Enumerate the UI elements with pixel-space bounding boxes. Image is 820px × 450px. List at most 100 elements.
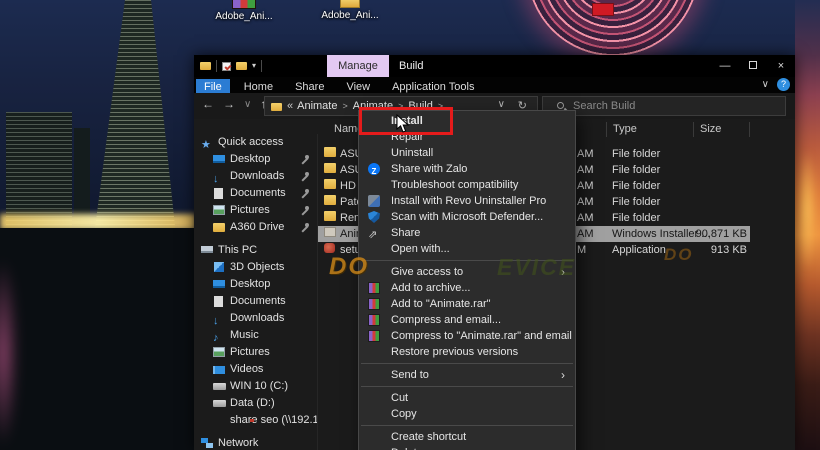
menu-item-share[interactable]: Share (359, 225, 575, 241)
menu-item-copy[interactable]: Copy (359, 406, 575, 422)
contextual-tab-manage[interactable]: Manage (327, 55, 389, 77)
desktop-icon[interactable]: Adobe_Ani... (318, 0, 382, 21)
mouse-cursor-icon (396, 114, 410, 133)
menu-item-uninstall[interactable]: Uninstall (359, 145, 575, 161)
menu-separator (361, 260, 573, 261)
file-name: HD (340, 180, 356, 192)
back-icon[interactable]: ← (202, 97, 214, 111)
menu-item-give-access-to[interactable]: Give access to › (359, 264, 575, 280)
sidebar-item-this-pc[interactable]: This PC (194, 242, 317, 259)
menu-item-compress-and-email[interactable]: Compress and email... (359, 312, 575, 328)
forward-icon[interactable]: → (223, 97, 235, 111)
breadcrumb-segment[interactable]: Animate (297, 100, 337, 112)
documents-icon (214, 188, 223, 199)
sidebar-item-desktop[interactable]: Desktop (194, 276, 317, 293)
submenu-arrow-icon: › (561, 265, 565, 279)
menu-item-label: Send to (391, 369, 429, 381)
folder-icon (324, 163, 336, 173)
sidebar-item-label: share seo (\\192.168 (230, 414, 317, 426)
share-icon (368, 227, 380, 239)
sidebar-item-label: Network (218, 437, 259, 449)
menu-item-delete[interactable]: Delete (359, 445, 575, 450)
menu-item-share-with-zalo[interactable]: Share with Zalo (359, 161, 575, 177)
search-box[interactable] (542, 96, 786, 116)
menu-item-open-with[interactable]: Open with... (359, 241, 575, 257)
folder-icon (271, 103, 282, 111)
menu-item-scan-with-microsoft-defender[interactable]: Scan with Microsoft Defender... (359, 209, 575, 225)
desktop-icon (213, 280, 225, 288)
recent-locations-icon[interactable]: ∨ (244, 97, 251, 111)
menu-item-add-to-animate-rar[interactable]: Add to "Animate.rar" (359, 296, 575, 312)
sidebar-item-music[interactable]: Music (194, 327, 317, 344)
menu-item-label: Create shortcut (391, 431, 467, 443)
sidebar-item-pictures[interactable]: Pictures (194, 202, 317, 219)
menu-item-label: Cut (391, 392, 409, 404)
sidebar-item-documents[interactable]: Documents (194, 185, 317, 202)
column-header-size[interactable]: Size (694, 122, 750, 137)
pink-glow (0, 258, 18, 448)
pin-icon (300, 155, 309, 165)
sidebar-item-3d-objects[interactable]: 3D Objects (194, 259, 317, 276)
qat-customize-caret-icon[interactable]: ▾ (252, 62, 256, 70)
close-button[interactable]: × (767, 55, 795, 77)
menu-item-label: Scan with Microsoft Defender... (391, 211, 544, 223)
pin-icon (300, 206, 309, 216)
pictures-icon (213, 347, 225, 357)
breadcrumb-separator-icon: > (342, 101, 348, 111)
sidebar-item-pictures[interactable]: Pictures (194, 344, 317, 361)
sidebar-item-label: Data (D:) (230, 397, 275, 409)
star-icon (201, 137, 213, 149)
context-menu: InstallRepairUninstallShare with ZaloTro… (358, 110, 576, 450)
menu-item-add-to-archive[interactable]: Add to archive... (359, 280, 575, 296)
menu-item-restore-previous-versions[interactable]: Restore previous versions (359, 344, 575, 360)
sidebar-item-documents[interactable]: Documents (194, 293, 317, 310)
folder-icon (324, 195, 336, 205)
maximize-button[interactable] (739, 55, 767, 77)
desktop-icon[interactable]: Adobe_Ani... (212, 0, 276, 22)
menu-item-create-shortcut[interactable]: Create shortcut (359, 429, 575, 445)
column-header-type[interactable]: Type (607, 122, 694, 137)
ferris-wheel-sign (592, 3, 614, 16)
help-icon[interactable]: ? (777, 78, 790, 91)
sidebar-item-downloads[interactable]: Downloads (194, 168, 317, 185)
sidebar-item-share-seo-192-168[interactable]: share seo (\\192.168 (194, 412, 317, 429)
sidebar-item-videos[interactable]: Videos (194, 361, 317, 378)
sidebar-item-data-d[interactable]: Data (D:) (194, 395, 317, 412)
menu-item-install-with-revo-uninstaller-pro[interactable]: Install with Revo Uninstaller Pro (359, 193, 575, 209)
collapse-ribbon-icon[interactable]: ∨ (762, 79, 769, 90)
3d-objects-icon (214, 262, 224, 272)
menu-item-send-to[interactable]: Send to › (359, 367, 575, 383)
sidebar-item-network[interactable]: Network (194, 435, 317, 450)
breadcrumb-overflow-icon[interactable]: « (287, 100, 293, 112)
documents-icon (214, 296, 223, 307)
menu-item-label: Add to archive... (391, 282, 471, 294)
sidebar-item-win-10-c[interactable]: WIN 10 (C:) (194, 378, 317, 395)
qat-properties-icon[interactable] (222, 61, 231, 71)
search-input[interactable] (571, 98, 771, 114)
sidebar-item-desktop[interactable]: Desktop (194, 151, 317, 168)
menu-item-troubleshoot-compatibility[interactable]: Troubleshoot compatibility (359, 177, 575, 193)
menu-item-compress-to-animate-rar-and-email[interactable]: Compress to "Animate.rar" and email (359, 328, 575, 344)
file-size: 90,871 KB (695, 228, 747, 240)
qat-new-folder-icon[interactable] (236, 62, 247, 70)
menu-item-cut[interactable]: Cut (359, 390, 575, 406)
file-date-tail: AM (577, 228, 594, 240)
pin-icon (300, 189, 309, 199)
file-date-tail: AM (577, 180, 594, 192)
pictures-icon (213, 205, 225, 215)
right-edge-photo-strip (795, 0, 820, 450)
sidebar-item-downloads[interactable]: Downloads (194, 310, 317, 327)
address-dropdown-icon[interactable]: ∨ (498, 99, 505, 110)
sidebar-item-a360-drive[interactable]: A360 Drive (194, 219, 317, 236)
file-date-tail: M (577, 244, 587, 256)
maximize-icon (749, 61, 757, 69)
quick-access-toolbar: ▾ (200, 59, 263, 73)
sidebar-item-quick-access[interactable]: Quick access (194, 134, 317, 151)
explorer-icon[interactable] (200, 62, 211, 70)
music-icon (213, 330, 225, 342)
drive-icon (213, 400, 226, 407)
minimize-button[interactable]: — (711, 55, 739, 77)
defender-icon (368, 211, 380, 223)
file-type: File folder (612, 164, 661, 176)
file-date-tail: AM (577, 212, 594, 224)
